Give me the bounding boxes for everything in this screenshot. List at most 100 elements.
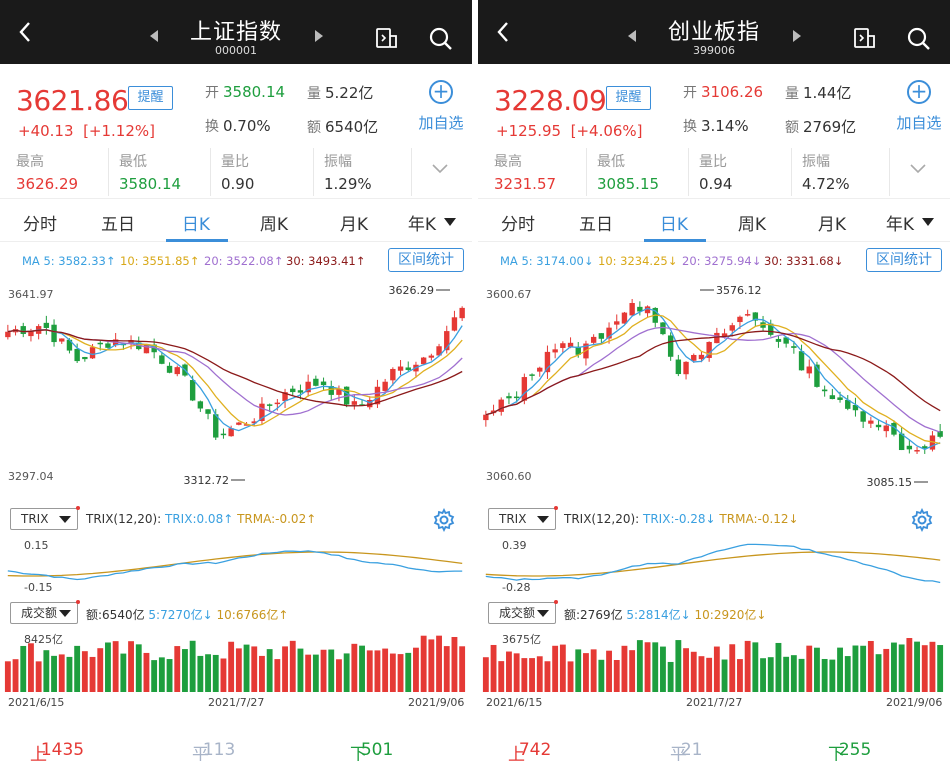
volume-bar [366, 650, 373, 692]
tab-day-k[interactable]: 日K [644, 210, 704, 235]
period-tabs: 分时 五日 日K 周K 月K 年K [478, 198, 950, 242]
volume-bar [660, 646, 666, 692]
trix-chart: 0.15 -0.15 [7, 539, 463, 594]
extreme-marker-label: 3626.29 [389, 284, 435, 297]
volume-bar [451, 636, 458, 692]
indicator-select-volume[interactable]: 成交额 [10, 600, 80, 624]
trix-bottom-label: -0.28 [502, 581, 530, 594]
indicator-select-trix[interactable]: TRIX [10, 506, 80, 530]
trma-line [485, 551, 941, 577]
remind-button[interactable]: 提醒 [606, 86, 651, 110]
volume-bar [128, 641, 134, 692]
indicator-select-volume[interactable]: 成交额 [488, 600, 558, 624]
period-tabs: 分时 五日 日K 周K 月K 年K [0, 198, 472, 242]
tab-day-k[interactable]: 日K [166, 210, 226, 235]
stock-code: 399006 [693, 44, 735, 57]
ma-line [485, 307, 941, 451]
add-watchlist-button[interactable]: + 加自选 [896, 80, 942, 133]
kline-chart[interactable]: 3641.97 3297.04 3626.29 3312.72 [0, 280, 472, 494]
volume-bar [552, 645, 559, 692]
header-bar: 上证指数 000001 [0, 0, 472, 64]
stat-low: 最低 3580.14 [108, 148, 206, 196]
candle-body [513, 396, 520, 399]
volume-bar [359, 645, 365, 692]
volume-bar [852, 645, 859, 692]
remind-button[interactable]: 提醒 [128, 86, 173, 110]
expand-toggle[interactable] [889, 148, 950, 196]
switch-icon[interactable] [853, 26, 877, 50]
candle-body [397, 366, 404, 371]
settings-icon[interactable] [432, 508, 456, 532]
volume-bar [575, 649, 582, 692]
search-icon[interactable] [906, 26, 932, 52]
candle-body [20, 326, 26, 334]
volume-legend: 额:6540亿 5:7270亿↓ 10:6766亿↑ [86, 608, 289, 622]
volume-bar [397, 654, 404, 692]
date-mid: 2021/7/27 [208, 696, 264, 709]
page-title: 创业板指 [667, 20, 760, 45]
add-watchlist-button[interactable]: + 加自选 [418, 80, 464, 133]
tab-five-day[interactable]: 五日 [566, 210, 626, 235]
next-icon[interactable] [315, 30, 323, 42]
volume-bar [583, 653, 589, 692]
interval-stats-button[interactable]: 区间统计 [866, 248, 942, 272]
candle-body [544, 351, 551, 373]
indicator-select-trix[interactable]: TRIX [488, 506, 558, 530]
tab-five-day[interactable]: 五日 [88, 210, 148, 235]
volume-bar [544, 661, 551, 692]
candle-body [483, 414, 489, 421]
volume-bar [683, 648, 689, 692]
volume-bar [282, 646, 288, 692]
volume-bar [513, 653, 520, 692]
header-bar: 创业板指 399006 [478, 0, 950, 64]
tab-month-k[interactable]: 月K [324, 210, 384, 235]
volume-bar [867, 640, 874, 692]
volume-bar [97, 648, 104, 692]
candle-body [89, 347, 96, 359]
tab-week-k[interactable]: 周K [722, 210, 782, 235]
volume-bar [559, 644, 566, 692]
candle-body [174, 367, 180, 375]
volume-bar [428, 639, 435, 692]
candle-body [698, 354, 705, 360]
tab-week-k[interactable]: 周K [244, 210, 304, 235]
tab-month-k[interactable]: 月K [802, 210, 862, 235]
next-icon[interactable] [793, 30, 801, 42]
stat-high: 最高 3626.29 [16, 154, 79, 193]
up-count: 上涨 742家 [508, 740, 552, 761]
candle-body [97, 342, 103, 345]
candle-body [351, 401, 358, 405]
candle-body [875, 424, 882, 428]
volume-bar [598, 659, 605, 692]
volume-bar [690, 651, 697, 692]
volume-bar [891, 642, 897, 692]
amount-value: 额 6540亿 [307, 118, 379, 136]
tab-year-k[interactable]: 年K [402, 210, 442, 235]
tab-timeshare[interactable]: 分时 [488, 210, 548, 235]
volume-bar [814, 647, 820, 692]
candle-body [159, 355, 165, 364]
volume-bar [274, 659, 281, 692]
search-icon[interactable] [428, 26, 454, 52]
volume-bar [521, 658, 528, 692]
volume-bar [921, 645, 928, 692]
candle-body [906, 445, 913, 450]
volume-bar [266, 649, 273, 692]
tab-year-k[interactable]: 年K [880, 210, 920, 235]
candle-body [806, 366, 812, 374]
volume-bar [883, 648, 890, 692]
interval-stats-button[interactable]: 区间统计 [388, 248, 464, 272]
candle-body [59, 338, 65, 342]
volume-bar [536, 656, 543, 692]
candle-body [290, 388, 296, 393]
expand-toggle[interactable] [411, 148, 472, 196]
switch-icon[interactable] [375, 26, 399, 50]
candle-body [405, 367, 411, 371]
tab-timeshare[interactable]: 分时 [10, 210, 70, 235]
candle-body [729, 325, 735, 331]
candle-body [590, 336, 597, 343]
kline-chart[interactable]: 3600.67 3060.60 3576.12 3085.15 [478, 280, 950, 494]
volume-bar [806, 645, 813, 692]
candle-body [791, 346, 797, 348]
settings-icon[interactable] [910, 508, 934, 532]
